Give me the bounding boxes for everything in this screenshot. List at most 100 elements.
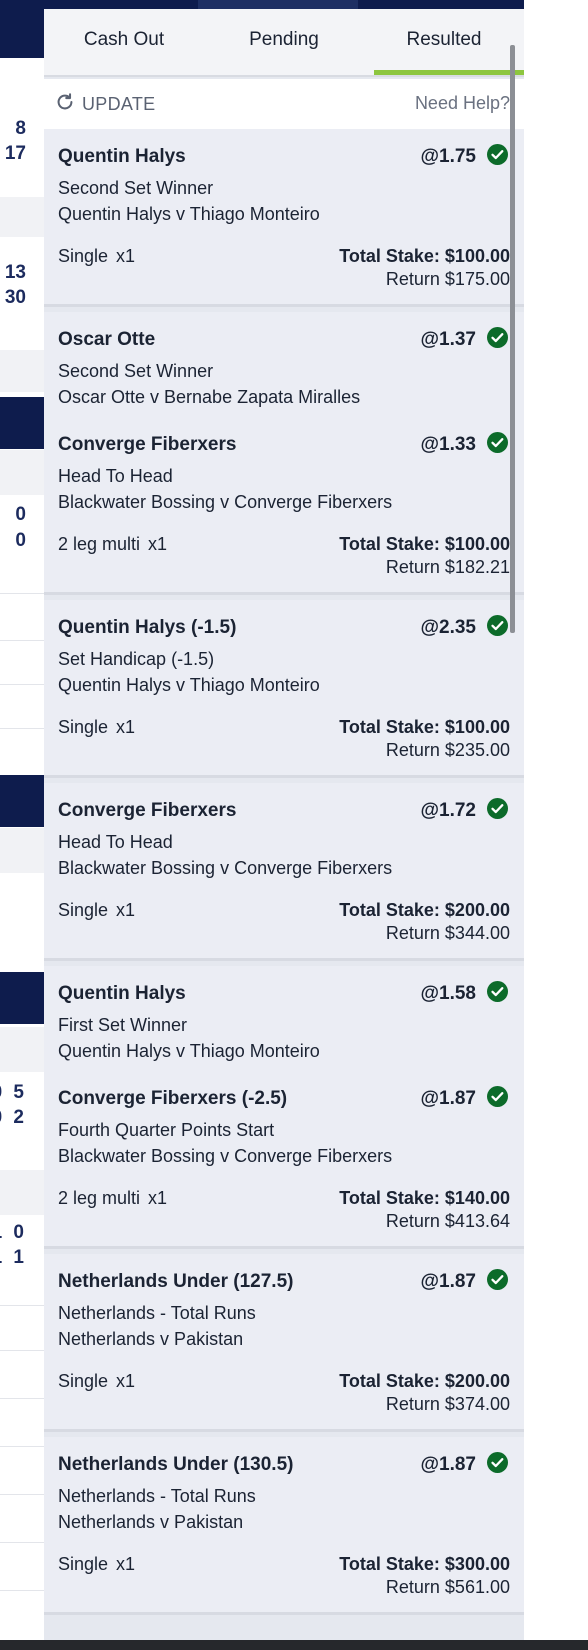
bet-leg: Netherlands Under (130.5) @1.87 Netherland… — [44, 1437, 524, 1542]
market-name: Netherlands - Total Runs — [58, 1486, 256, 1506]
bet-summary: 2 leg multi x1 Total Stake: $140.00 Return … — [44, 1176, 524, 1246]
total-stake-label: Total Stake: — [339, 717, 440, 737]
background-divider — [0, 593, 44, 594]
bet-summary: Single x1 Total Stake: $100.00 Return $175.… — [44, 234, 524, 304]
bet-leg: Quentin Halys @1.58 First Set Winner Quenti… — [44, 966, 524, 1071]
won-check-icon — [487, 981, 508, 1002]
won-check-icon — [487, 144, 508, 165]
bet-multiplier: x1 — [116, 246, 136, 266]
return-amount: Return $561.00 — [386, 1577, 510, 1598]
tab-resulted[interactable]: Resulted — [364, 9, 524, 75]
background-row — [0, 350, 44, 392]
refresh-icon — [54, 91, 76, 118]
bet-card[interactable]: Netherlands Under (130.5) @1.87 Netherland… — [44, 1437, 524, 1615]
bottom-taskbar — [0, 1640, 588, 1650]
event-name: Quentin Halys v Thiago Monteiro — [58, 1041, 320, 1061]
background-page-strip: 8 17 13 30 0 0 0 5 0 2 1 0 1 1 — [0, 0, 44, 1650]
background-row — [0, 450, 44, 495]
bet-card[interactable]: Quentin Halys @1.75 Second Set Winner Quent… — [44, 129, 524, 307]
return-amount: Return $235.00 — [386, 740, 510, 761]
return-value: $374.00 — [444, 1394, 510, 1414]
scrollbar-thumb[interactable] — [510, 45, 515, 633]
total-stake-value: $300.00 — [444, 1554, 510, 1574]
bet-type-label: Single — [58, 1371, 109, 1391]
background-header-block — [0, 397, 44, 449]
background-score: 30 — [4, 287, 26, 308]
background-divider — [0, 1494, 44, 1495]
total-stake: Total Stake: $100.00 — [339, 717, 510, 738]
background-divider — [0, 1590, 44, 1591]
event-name: Quentin Halys v Thiago Monteiro — [58, 204, 320, 224]
bet-leg: Converge Fiberxers (-2.5) @1.87 Fourth Qua… — [44, 1071, 524, 1176]
return-amount: Return $175.00 — [386, 269, 510, 290]
bet-card[interactable]: Oscar Otte @1.37 Second Set Winner Oscar Ot… — [44, 312, 524, 595]
return-value: $235.00 — [444, 740, 510, 760]
total-stake: Total Stake: $200.00 — [339, 900, 510, 921]
event-name: Netherlands v Pakistan — [58, 1329, 244, 1349]
return-amount: Return $374.00 — [386, 1394, 510, 1415]
selection-name: Converge Fiberxers — [58, 434, 237, 455]
total-stake-value: $100.00 — [444, 717, 510, 737]
background-row — [0, 1027, 44, 1072]
bet-multiplier: x1 — [148, 534, 168, 554]
background-score: 1 0 — [0, 1222, 27, 1243]
background-header-block — [0, 0, 44, 58]
bet-multiplier: x1 — [116, 1371, 136, 1391]
won-check-icon — [487, 1086, 508, 1107]
background-divider — [0, 684, 44, 685]
selection-name: Converge Fiberxers (-2.5) — [58, 1088, 288, 1109]
bet-multiplier: x1 — [148, 1188, 168, 1208]
bet-type: Single x1 — [58, 246, 135, 267]
odds-value: @2.35 — [420, 617, 476, 638]
bet-type-label: Single — [58, 246, 109, 266]
return-label: Return — [385, 923, 440, 943]
won-check-icon — [487, 615, 508, 636]
bet-summary: Single x1 Total Stake: $300.00 Return $561.… — [44, 1542, 524, 1612]
bet-type-label: Single — [58, 717, 109, 737]
selection-name: Netherlands Under (130.5) — [58, 1454, 294, 1475]
total-stake-value: $100.00 — [444, 534, 510, 554]
background-score: 13 — [4, 262, 26, 283]
odds-value: @1.58 — [420, 983, 476, 1004]
selection-name: Quentin Halys — [58, 146, 186, 167]
bet-leg: Netherlands Under (127.5) @1.87 Netherland… — [44, 1254, 524, 1359]
bet-card[interactable]: Quentin Halys @1.58 First Set Winner Quenti… — [44, 966, 524, 1249]
bet-type: 2 leg multi x1 — [58, 534, 167, 555]
total-stake: Total Stake: $100.00 — [339, 534, 510, 555]
bet-card[interactable]: Netherlands Under (127.5) @1.87 Netherland… — [44, 1254, 524, 1432]
selection-name: Quentin Halys — [58, 983, 186, 1004]
bet-multiplier: x1 — [116, 717, 136, 737]
bet-type: Single x1 — [58, 1554, 135, 1575]
bet-card[interactable]: Converge Fiberxers @1.72 Head To Head Black… — [44, 783, 524, 961]
odds-value: @1.37 — [420, 329, 476, 350]
total-stake-label: Total Stake: — [339, 900, 440, 920]
bet-card[interactable]: Quentin Halys (-1.5) @2.35 Set Handicap (-… — [44, 600, 524, 778]
background-divider — [0, 640, 44, 641]
market-name: First Set Winner — [58, 1015, 188, 1035]
bet-summary: Single x1 Total Stake: $100.00 Return $235.… — [44, 705, 524, 775]
update-bar: UPDATE Need Help? — [44, 79, 524, 129]
total-stake-label: Total Stake: — [339, 534, 440, 554]
background-score: 8 — [15, 118, 26, 139]
return-value: $182.21 — [444, 557, 510, 577]
panel-top-bar-highlight — [198, 0, 358, 9]
bet-leg: Oscar Otte @1.37 Second Set Winner Oscar Ot… — [44, 312, 524, 417]
bet-type-label: Single — [58, 900, 109, 920]
tab-cash-out[interactable]: Cash Out — [44, 9, 204, 75]
bet-type: Single x1 — [58, 717, 135, 738]
return-label: Return — [385, 1211, 440, 1231]
bet-summary: 2 leg multi x1 Total Stake: $100.00 Return … — [44, 522, 524, 592]
update-button[interactable]: UPDATE — [54, 91, 155, 117]
bet-multiplier: x1 — [116, 900, 136, 920]
market-name: Head To Head — [58, 832, 173, 852]
bet-type-label: 2 leg multi — [58, 534, 141, 554]
total-stake-label: Total Stake: — [339, 1371, 440, 1391]
bet-leg: Quentin Halys @1.75 Second Set Winner Quent… — [44, 129, 524, 234]
need-help-link[interactable]: Need Help? — [415, 93, 510, 114]
won-check-icon — [487, 1269, 508, 1290]
selection-name: Converge Fiberxers — [58, 800, 237, 821]
total-stake: Total Stake: $100.00 — [339, 246, 510, 267]
total-stake: Total Stake: $200.00 — [339, 1371, 510, 1392]
bet-type: Single x1 — [58, 1371, 135, 1392]
tab-pending[interactable]: Pending — [204, 9, 364, 75]
